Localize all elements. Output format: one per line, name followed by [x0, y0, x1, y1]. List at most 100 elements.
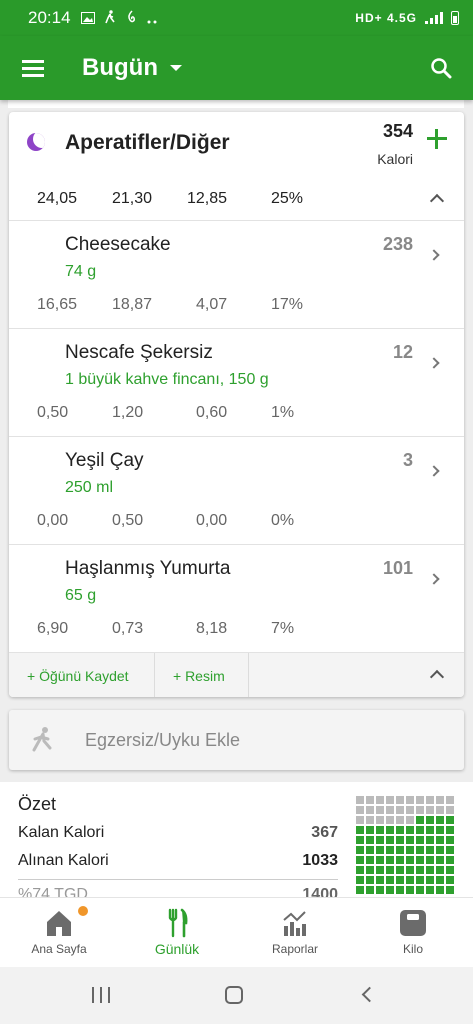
progress-cell	[406, 846, 414, 854]
add-food-button[interactable]	[424, 126, 450, 152]
progress-cell	[356, 836, 364, 844]
walk-icon	[105, 9, 115, 23]
progress-cell	[366, 866, 374, 874]
recent-apps-icon[interactable]	[92, 987, 110, 1003]
progress-cell	[376, 876, 384, 884]
save-meal-button[interactable]: + Öğünü Kaydet	[9, 653, 155, 697]
status-right: HD+ 4.5G	[355, 11, 459, 25]
app-bar: Bugün	[0, 36, 473, 100]
progress-cell	[376, 826, 384, 834]
progress-cell	[366, 856, 374, 864]
collapse-macros-icon[interactable]	[429, 193, 445, 209]
progress-cell	[356, 796, 364, 804]
collapse-meal-icon[interactable]	[429, 669, 445, 685]
macro-value: 1,20	[112, 404, 144, 421]
progress-cell	[356, 866, 364, 874]
macro-value: 21,30	[112, 190, 153, 207]
progress-cell	[356, 826, 364, 834]
food-item[interactable]: Cheesecake 74 g 238 16,65 18,87 4,07 17%	[9, 221, 464, 328]
progress-cell	[356, 856, 364, 864]
progress-cell	[426, 826, 434, 834]
progress-cell	[396, 816, 404, 824]
summary-divider	[18, 879, 338, 880]
back-icon[interactable]	[361, 986, 378, 1003]
page-title: Bugün	[82, 54, 158, 81]
dropdown-arrow-icon	[169, 65, 182, 71]
progress-cell	[376, 886, 384, 894]
progress-cell	[426, 816, 434, 824]
nav-weight[interactable]: Kilo	[354, 898, 472, 968]
progress-cell	[386, 876, 394, 884]
progress-cell	[366, 816, 374, 824]
macro-value: 0,60	[196, 404, 228, 421]
previous-card-edge	[8, 100, 464, 108]
progress-cell	[426, 846, 434, 854]
network-type: HD+ 4.5G	[355, 11, 417, 25]
sms-icon	[128, 9, 135, 22]
progress-cell	[446, 846, 454, 854]
tdee-value: 1400	[302, 886, 338, 897]
tdee-label: %74 TGD	[18, 886, 88, 897]
progress-cell	[366, 826, 374, 834]
add-photo-button[interactable]: + Resim	[155, 653, 249, 697]
progress-cell	[416, 886, 424, 894]
remaining-calories-label: Kalan Kalori	[18, 824, 105, 841]
add-exercise-button[interactable]: Egzersiz/Uyku Ekle	[9, 710, 464, 770]
consumed-calories-label: Alınan Kalori	[18, 852, 109, 869]
progress-cell	[416, 806, 424, 814]
home-icon	[47, 911, 71, 936]
progress-cell	[376, 806, 384, 814]
summary-title: Özet	[18, 794, 57, 814]
progress-cell	[406, 836, 414, 844]
chevron-right-icon	[428, 357, 440, 369]
nav-weight-label: Kilo	[402, 942, 423, 956]
nav-diary[interactable]: Günlük	[118, 898, 236, 968]
progress-cell	[386, 796, 394, 804]
nav-home[interactable]: Ana Sayfa	[0, 898, 118, 968]
progress-cell	[366, 806, 374, 814]
summary-panel: Özet Kalan Kalori 367 Alınan Kalori 1033…	[0, 782, 473, 897]
progress-cell	[396, 876, 404, 884]
macro-value: 0,73	[112, 620, 144, 637]
progress-cell	[416, 796, 424, 804]
progress-cell	[386, 826, 394, 834]
cutlery-icon	[168, 908, 188, 938]
progress-cell	[416, 826, 424, 834]
moon-icon	[27, 133, 45, 151]
food-item[interactable]: Yeşil Çay 250 ml 3 0,00 0,50 0,00 0%	[9, 437, 464, 544]
status-bar: 20:14 HD+ 4.5G	[0, 0, 473, 36]
status-time: 20:14	[28, 8, 71, 27]
home-button-icon[interactable]	[225, 986, 243, 1004]
notification-badge	[78, 906, 88, 916]
progress-cell	[376, 846, 384, 854]
search-icon[interactable]	[409, 36, 473, 100]
consumed-calories-value: 1033	[302, 852, 338, 869]
progress-cell	[406, 826, 414, 834]
progress-cell	[396, 796, 404, 804]
progress-cell	[416, 866, 424, 874]
food-item[interactable]: Haşlanmış Yumurta 65 g 101 6,90 0,73 8,1…	[9, 545, 464, 652]
food-name: Nescafe Şekersiz	[65, 342, 213, 363]
chevron-right-icon	[428, 249, 440, 261]
progress-cell	[386, 836, 394, 844]
progress-cell	[446, 816, 454, 824]
date-selector[interactable]: Bugün	[82, 54, 182, 82]
chevron-right-icon	[428, 573, 440, 585]
progress-cell	[416, 846, 424, 854]
food-name: Yeşil Çay	[65, 450, 144, 471]
progress-cell	[436, 856, 444, 864]
progress-cell	[436, 886, 444, 894]
macro-value: 4,07	[196, 296, 228, 313]
meal-header: Aperatifler/Diğer 354 Kalori	[9, 112, 464, 180]
progress-cell	[426, 876, 434, 884]
progress-cell	[426, 836, 434, 844]
food-item[interactable]: Nescafe Şekersiz 1 büyük kahve fincanı, …	[9, 329, 464, 436]
progress-cell	[406, 796, 414, 804]
menu-icon[interactable]	[0, 36, 66, 100]
system-nav-bar	[0, 967, 473, 1024]
nav-reports[interactable]: Raporlar	[236, 898, 354, 968]
food-portion: 65 g	[65, 587, 97, 604]
progress-cell	[436, 846, 444, 854]
food-calories: 238	[382, 234, 413, 254]
add-exercise-label: Egzersiz/Uyku Ekle	[85, 730, 241, 750]
